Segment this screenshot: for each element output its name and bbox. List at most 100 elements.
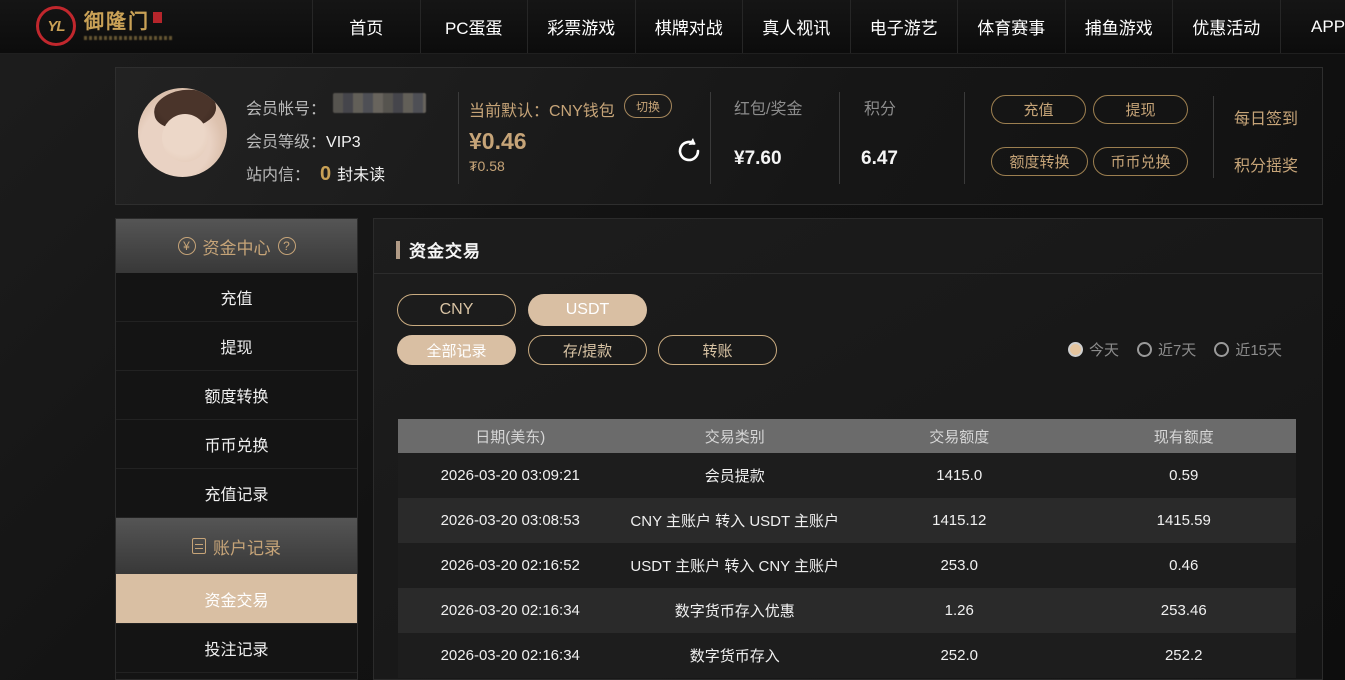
nav-item-lottery[interactable]: 彩票游戏: [527, 0, 635, 53]
sidebar: ¥ 资金中心 ? 充值 提现 额度转换 币币兑换 充值记录 账户记录 资金交易 …: [115, 218, 358, 680]
main-content-panel: 资金交易 CNY USDT 全部记录 存/提款 转账 今天 近7天 近15天 日…: [373, 218, 1323, 680]
cell-type: 数字货币存入优惠: [623, 588, 848, 633]
deposit-button[interactable]: 充值: [991, 95, 1086, 124]
cell-type: USDT 主账户 转入 CNY 主账户: [623, 543, 848, 588]
col-date: 日期(美东): [398, 419, 623, 453]
divider: [964, 92, 965, 184]
nav-item-pcdandan[interactable]: PC蛋蛋: [420, 0, 528, 53]
sidebar-item-withdraw[interactable]: 提现: [116, 322, 357, 371]
inbox-row[interactable]: 站内信：0封未读: [246, 161, 385, 186]
table-header-row: 日期(美东) 交易类别 交易额度 现有额度: [398, 419, 1296, 453]
sidebar-item-fund-transactions[interactable]: 资金交易: [116, 574, 357, 624]
nav-item-fishing[interactable]: 捕鱼游戏: [1065, 0, 1173, 53]
site-logo[interactable]: YL 御隆门: [36, 6, 172, 46]
title-marker: [396, 241, 400, 259]
table-row: 2026-03-20 02:16:52 USDT 主账户 转入 CNY 主账户 …: [398, 543, 1296, 588]
cell-date: 2026-03-20 02:16:34: [398, 633, 623, 678]
nav-item-home[interactable]: 首页: [312, 0, 420, 53]
radio-label: 近7天: [1158, 339, 1196, 360]
level-row: 会员等级：VIP3: [246, 128, 361, 152]
user-info-panel: 会员帐号： 会员等级：VIP3 站内信：0封未读 当前默认：CNY钱包 切换 ¥…: [115, 67, 1323, 205]
cell-balance: 252.2: [1072, 633, 1297, 678]
cell-date: 2026-03-20 02:16:34: [398, 588, 623, 633]
cell-amount: 1.26: [847, 588, 1072, 633]
cell-amount: 1415.12: [847, 498, 1072, 543]
logo-monogram: YL: [47, 18, 64, 35]
cell-date: 2026-03-20 03:08:53: [398, 498, 623, 543]
cell-amount: 252.0: [847, 633, 1072, 678]
radio-last-15-days[interactable]: 近15天: [1214, 339, 1282, 360]
top-nav: YL 御隆门 首页 PC蛋蛋 彩票游戏 棋牌对战 真人视讯 电子游艺 体育赛事 …: [0, 0, 1345, 54]
filter-transfer[interactable]: 转账: [658, 335, 777, 365]
cell-amount: 253.0: [847, 543, 1072, 588]
cell-type: 会员提款: [623, 453, 848, 498]
account-records-icon: [192, 538, 206, 554]
daily-signin-link[interactable]: 每日签到: [1234, 105, 1298, 129]
tab-cny[interactable]: CNY: [397, 294, 516, 326]
nav-item-boardgames[interactable]: 棋牌对战: [635, 0, 743, 53]
bonus-label: 红包/奖金: [734, 95, 802, 119]
logo-title: 御隆门: [84, 12, 150, 32]
filter-all-records[interactable]: 全部记录: [397, 335, 516, 365]
bonus-value: ¥7.60: [734, 148, 782, 170]
main-menu: 首页 PC蛋蛋 彩票游戏 棋牌对战 真人视讯 电子游艺 体育赛事 捕鱼游戏 优惠…: [312, 0, 1345, 53]
page-title: 资金交易: [409, 237, 481, 262]
inbox-count: 0: [320, 163, 331, 185]
tab-usdt[interactable]: USDT: [528, 294, 647, 326]
radio-today[interactable]: 今天: [1068, 339, 1119, 360]
filter-deposit-withdraw[interactable]: 存/提款: [528, 335, 647, 365]
radio-dot-selected: [1068, 342, 1083, 357]
radio-dot: [1214, 342, 1229, 357]
divider: [1213, 96, 1214, 178]
logo-seal-icon: [153, 12, 162, 23]
divider: [458, 92, 459, 184]
transactions-table: 日期(美东) 交易类别 交易额度 现有额度 2026-03-20 03:09:2…: [398, 419, 1296, 678]
col-amount: 交易额度: [847, 419, 1072, 453]
divider: [839, 92, 840, 184]
table-row: 2026-03-20 02:16:34 数字货币存入 252.0 252.2: [398, 633, 1296, 678]
radio-last-7-days[interactable]: 近7天: [1137, 339, 1196, 360]
help-icon[interactable]: ?: [278, 237, 296, 255]
sidebar-item-quota-transfer[interactable]: 额度转换: [116, 371, 357, 420]
cell-balance: 253.46: [1072, 588, 1297, 633]
avatar[interactable]: [138, 88, 227, 177]
cell-type: CNY 主账户 转入 USDT 主账户: [623, 498, 848, 543]
sidebar-item-bet-records[interactable]: 投注记录: [116, 624, 357, 673]
nav-item-livecasino[interactable]: 真人视讯: [742, 0, 850, 53]
wallet-switch-button[interactable]: 切换: [624, 94, 672, 118]
account-row: 会员帐号：: [246, 95, 326, 119]
nav-item-sports[interactable]: 体育赛事: [957, 0, 1065, 53]
cell-balance: 1415.59: [1072, 498, 1297, 543]
wallet-usdt-amount: ₮0.58: [469, 158, 505, 174]
points-label: 积分: [864, 95, 896, 119]
cell-balance: 0.59: [1072, 453, 1297, 498]
table-row: 2026-03-20 03:08:53 CNY 主账户 转入 USDT 主账户 …: [398, 498, 1296, 543]
quota-transfer-button[interactable]: 额度转换: [991, 147, 1088, 176]
sidebar-section-account-records: 账户记录: [116, 518, 357, 574]
table-row: 2026-03-20 03:09:21 会员提款 1415.0 0.59: [398, 453, 1296, 498]
logo-tagline: [84, 36, 172, 40]
sidebar-item-deposit-records[interactable]: 充值记录: [116, 469, 357, 518]
table-row: 2026-03-20 02:16:34 数字货币存入优惠 1.26 253.46: [398, 588, 1296, 633]
nav-item-slots[interactable]: 电子游艺: [850, 0, 958, 53]
sidebar-item-coin-exchange[interactable]: 币币兑换: [116, 420, 357, 469]
points-lottery-link[interactable]: 积分摇奖: [1234, 152, 1298, 176]
account-label: 会员帐号：: [246, 101, 326, 118]
wallet-default-label: 当前默认：CNY钱包: [469, 97, 615, 121]
date-range-filters: 今天 近7天 近15天: [1068, 339, 1282, 360]
refresh-icon[interactable]: [674, 136, 704, 166]
withdraw-button[interactable]: 提现: [1093, 95, 1188, 124]
page-title-bar: 资金交易: [396, 237, 481, 262]
col-balance: 现有额度: [1072, 419, 1297, 453]
nav-item-promotions[interactable]: 优惠活动: [1172, 0, 1280, 53]
coin-exchange-button[interactable]: 币币兑换: [1093, 147, 1188, 176]
divider: [374, 273, 1322, 274]
points-value: 6.47: [861, 148, 898, 170]
funds-center-icon: ¥: [178, 237, 196, 255]
sidebar-item-deposit[interactable]: 充值: [116, 273, 357, 322]
nav-item-app[interactable]: APPT: [1280, 0, 1345, 53]
cell-balance: 0.46: [1072, 543, 1297, 588]
sidebar-section-funds-center: ¥ 资金中心 ?: [116, 219, 357, 273]
radio-label: 近15天: [1235, 339, 1282, 360]
cell-type: 数字货币存入: [623, 633, 848, 678]
